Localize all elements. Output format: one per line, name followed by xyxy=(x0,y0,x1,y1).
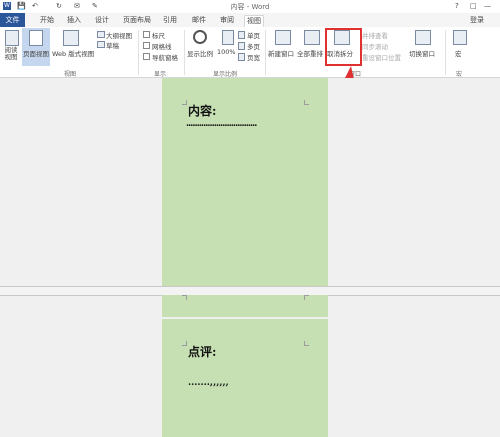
document-area[interactable]: 内容: ................................. 点评… xyxy=(0,78,500,437)
content-heading: 内容: xyxy=(188,104,217,118)
page-top-bottom-edge xyxy=(162,295,328,317)
page-top: 内容: ................................. xyxy=(162,78,328,286)
review-heading: 点评: xyxy=(188,345,217,359)
corner-mark xyxy=(304,295,309,300)
content-dots: ................................. xyxy=(186,119,257,129)
page-bottom: 点评: .......,,,,,, xyxy=(162,319,328,437)
review-dots: .......,,,,,, xyxy=(188,378,229,388)
corner-mark xyxy=(182,295,187,300)
corner-mark xyxy=(182,341,187,346)
corner-mark xyxy=(304,341,309,346)
corner-mark xyxy=(304,100,309,105)
corner-mark xyxy=(182,100,187,105)
